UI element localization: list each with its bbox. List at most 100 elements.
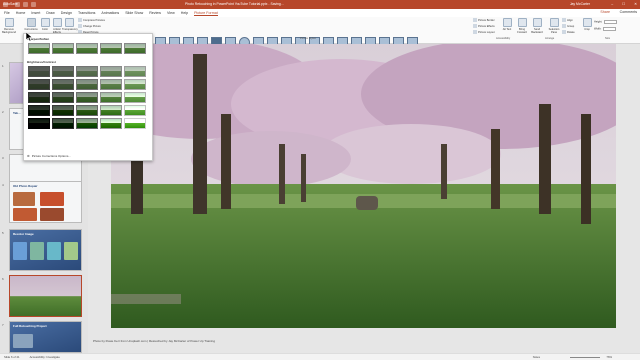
- sharpen-preset[interactable]: [100, 43, 122, 54]
- brightness-preset[interactable]: [76, 105, 98, 116]
- brightness-preset[interactable]: [76, 66, 98, 77]
- brightness-preset[interactable]: [124, 66, 146, 77]
- group-button[interactable]: Group: [562, 24, 574, 28]
- mouse-cursor-icon: [26, 32, 34, 42]
- tab-view[interactable]: View: [167, 11, 175, 15]
- picture-effects-label: Picture Effects: [478, 24, 495, 28]
- brightness-preset[interactable]: [100, 79, 122, 90]
- status-bar: Slide 6 of 21 Accessibility: Investigate…: [0, 353, 640, 360]
- width-field[interactable]: Width:: [594, 27, 617, 31]
- rotate-button[interactable]: Rotate: [562, 30, 575, 34]
- brightness-preset[interactable]: [52, 79, 74, 90]
- brightness-preset[interactable]: [52, 105, 74, 116]
- bring-forward-button[interactable]: Bring Forward: [515, 18, 529, 34]
- color-icon: [40, 18, 50, 27]
- width-label: Width:: [594, 27, 602, 31]
- selected-photo[interactable]: [111, 44, 616, 328]
- tab-design[interactable]: Design: [61, 11, 72, 15]
- recolor-image: [64, 242, 78, 260]
- tab-file[interactable]: File: [4, 11, 10, 15]
- ribbon-tabs: File Home Insert Draw Design Transitions…: [0, 9, 640, 17]
- autosave-label[interactable]: AutoSave: [3, 2, 18, 7]
- minimize-icon[interactable]: –: [611, 2, 613, 6]
- slide-canvas[interactable]: [93, 44, 637, 338]
- zoom-level[interactable]: 76%: [606, 355, 612, 359]
- brightness-preset[interactable]: [52, 118, 74, 129]
- selection-pane-button[interactable]: Selection Pane: [547, 18, 561, 34]
- send-backward-button[interactable]: Send Backward: [530, 18, 544, 34]
- transparency-button[interactable]: Transparency: [62, 18, 78, 31]
- corrections-label: Corrections: [24, 28, 38, 31]
- brightness-preset[interactable]: [28, 92, 50, 103]
- accessibility-status[interactable]: Accessibility: Investigate: [30, 355, 60, 359]
- compress-pictures-button[interactable]: Compress Pictures: [78, 18, 105, 22]
- sharpen-preset[interactable]: [124, 43, 146, 54]
- brightness-preset[interactable]: [100, 66, 122, 77]
- brightness-preset[interactable]: [28, 79, 50, 90]
- tab-home[interactable]: Home: [16, 11, 26, 15]
- slide-thumb-6[interactable]: [9, 275, 82, 317]
- brightness-preset[interactable]: [100, 92, 122, 103]
- zoom-slider[interactable]: [570, 357, 600, 358]
- sharpen-preset[interactable]: [28, 43, 50, 54]
- brightness-preset[interactable]: [76, 118, 98, 129]
- photo-caption: Photo by Rosie Kerr from Unsplash.com | …: [93, 339, 215, 343]
- slide-thumb-5[interactable]: Recolor Image: [9, 229, 82, 271]
- brightness-preset[interactable]: [52, 92, 74, 103]
- picture-border-icon: [473, 18, 477, 22]
- brightness-contrast-label: Brightness/Contrast: [27, 60, 56, 64]
- maximize-icon[interactable]: ☐: [622, 2, 625, 6]
- picture-corrections-options-label: Picture Corrections Options...: [31, 154, 71, 158]
- save-icon[interactable]: [15, 2, 20, 7]
- tab-insert[interactable]: Insert: [31, 11, 40, 15]
- picture-border-button[interactable]: Picture Border: [473, 18, 495, 22]
- brightness-preset[interactable]: [52, 66, 74, 77]
- change-picture-button[interactable]: Change Picture: [78, 24, 101, 28]
- slide-thumb-7[interactable]: Full Retouching Project: [9, 321, 82, 353]
- brightness-preset[interactable]: [76, 92, 98, 103]
- picture-layout-button[interactable]: Picture Layout: [473, 30, 495, 34]
- send-backward-icon: [532, 18, 542, 27]
- user-name[interactable]: Jay McCarter: [570, 2, 590, 6]
- brightness-preset[interactable]: [76, 79, 98, 90]
- brightness-preset[interactable]: [124, 79, 146, 90]
- undo-icon[interactable]: [23, 2, 28, 7]
- truck-image: [40, 208, 64, 221]
- color-label: Color: [41, 28, 49, 31]
- notes-button[interactable]: Notes: [533, 355, 540, 359]
- crop-button[interactable]: Crop: [580, 18, 594, 31]
- brightness-preset[interactable]: [124, 105, 146, 116]
- tab-draw[interactable]: Draw: [46, 11, 54, 15]
- brightness-preset[interactable]: [28, 66, 50, 77]
- corrections-icon: [26, 18, 36, 27]
- remove-background-button[interactable]: Remove Background: [2, 18, 16, 34]
- picture-effects-button[interactable]: Picture Effects: [473, 24, 495, 28]
- slide-thumb-4[interactable]: Old Photo Repair: [9, 181, 82, 223]
- close-icon[interactable]: ✕: [634, 2, 637, 6]
- comments-button[interactable]: Comments: [620, 10, 637, 14]
- tab-review[interactable]: Review: [149, 11, 161, 15]
- align-button[interactable]: Align: [562, 18, 573, 22]
- sharpen-preset[interactable]: [52, 43, 74, 54]
- picture-corrections-options[interactable]: ⚙ Picture Corrections Options...: [27, 154, 71, 158]
- height-input[interactable]: [604, 20, 618, 24]
- brightness-preset[interactable]: [100, 105, 122, 116]
- tab-help[interactable]: Help: [181, 11, 188, 15]
- tab-slide-show[interactable]: Slide Show: [125, 11, 143, 15]
- brightness-preset[interactable]: [100, 118, 122, 129]
- alt-text-button[interactable]: Alt Text: [500, 18, 514, 31]
- width-input[interactable]: [603, 27, 617, 31]
- brightness-preset[interactable]: [124, 118, 146, 129]
- brightness-preset[interactable]: [28, 118, 50, 129]
- sharpen-preset[interactable]: [76, 43, 98, 54]
- corrections-button[interactable]: Corrections: [24, 18, 38, 31]
- tab-animations[interactable]: Animations: [101, 11, 119, 15]
- share-button[interactable]: Share: [600, 10, 610, 14]
- tab-transitions[interactable]: Transitions: [78, 11, 95, 15]
- brightness-preset[interactable]: [28, 105, 50, 116]
- brightness-preset[interactable]: [124, 92, 146, 103]
- height-field[interactable]: Height:: [594, 20, 618, 24]
- slide-number: 2: [2, 110, 4, 114]
- tab-picture-format[interactable]: Picture Format: [194, 11, 218, 16]
- redo-icon[interactable]: [31, 2, 36, 7]
